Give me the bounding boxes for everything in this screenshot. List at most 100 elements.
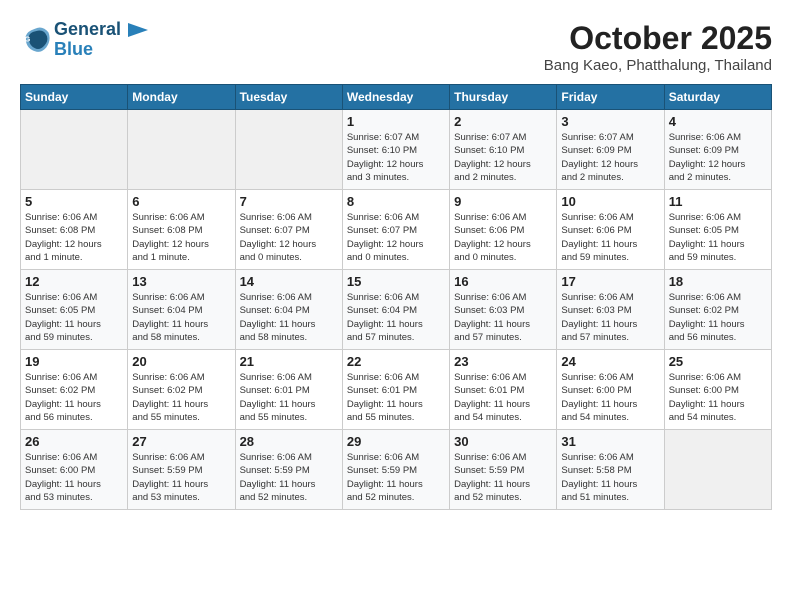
day-number: 18	[669, 274, 767, 289]
day-info: Sunrise: 6:06 AM Sunset: 5:59 PM Dayligh…	[132, 451, 230, 504]
day-info: Sunrise: 6:06 AM Sunset: 6:05 PM Dayligh…	[669, 211, 767, 264]
day-info: Sunrise: 6:06 AM Sunset: 6:01 PM Dayligh…	[240, 371, 338, 424]
logo-text: General Blue	[54, 20, 148, 60]
day-number: 24	[561, 354, 659, 369]
weekday-header-wednesday: Wednesday	[342, 85, 449, 110]
calendar-cell: 22 Sunrise: 6:06 AM Sunset: 6:01 PM Dayli…	[342, 350, 449, 430]
calendar-cell: 15Sunrise: 6:06 AM Sunset: 6:04 PM Dayli…	[342, 270, 449, 350]
day-number: 26	[25, 434, 123, 449]
logo-blue: Blue	[54, 40, 148, 60]
calendar-cell	[664, 430, 771, 510]
calendar-table: SundayMondayTuesdayWednesdayThursdayFrid…	[20, 84, 772, 510]
calendar-cell	[128, 110, 235, 190]
calendar-cell: 29 Sunrise: 6:06 AM Sunset: 5:59 PM Dayli…	[342, 430, 449, 510]
day-info: Sunrise: 6:06 AM Sunset: 6:08 PM Dayligh…	[132, 211, 230, 264]
day-info: Sunrise: 6:06 AM Sunset: 6:03 PM Dayligh…	[561, 291, 659, 344]
calendar-cell	[21, 110, 128, 190]
title-block: October 2025 Bang Kaeo, Phatthalung, Tha…	[544, 20, 772, 74]
day-number: 13	[132, 274, 230, 289]
day-number: 30	[454, 434, 552, 449]
page: G General Blue October 2025 Bang Kaeo, P…	[0, 0, 792, 520]
day-info: Sunrise: 6:06 AM Sunset: 5:59 PM Dayligh…	[347, 451, 445, 504]
day-number: 2	[454, 114, 552, 129]
day-number: 9	[454, 194, 552, 209]
day-info: Sunrise: 6:06 AM Sunset: 6:07 PM Dayligh…	[240, 211, 338, 264]
day-info: Sunrise: 6:06 AM Sunset: 6:04 PM Dayligh…	[347, 291, 445, 344]
calendar-cell: 2Sunrise: 6:07 AM Sunset: 6:10 PM Daylig…	[450, 110, 557, 190]
logo-icon: G	[20, 25, 50, 55]
day-number: 27	[132, 434, 230, 449]
day-info: Sunrise: 6:06 AM Sunset: 6:05 PM Dayligh…	[25, 291, 123, 344]
weekday-header-row: SundayMondayTuesdayWednesdayThursdayFrid…	[21, 85, 772, 110]
calendar-cell: 6 Sunrise: 6:06 AM Sunset: 6:08 PM Daylig…	[128, 190, 235, 270]
day-number: 1	[347, 114, 445, 129]
day-info: Sunrise: 6:06 AM Sunset: 5:59 PM Dayligh…	[240, 451, 338, 504]
day-number: 16	[454, 274, 552, 289]
location-title: Bang Kaeo, Phatthalung, Thailand	[544, 57, 772, 74]
week-row-1: 5 Sunrise: 6:06 AM Sunset: 6:08 PM Daylig…	[21, 190, 772, 270]
calendar-cell: 7Sunrise: 6:06 AM Sunset: 6:07 PM Daylig…	[235, 190, 342, 270]
day-number: 25	[669, 354, 767, 369]
week-row-3: 19Sunrise: 6:06 AM Sunset: 6:02 PM Dayli…	[21, 350, 772, 430]
day-number: 20	[132, 354, 230, 369]
calendar-cell: 24 Sunrise: 6:06 AM Sunset: 6:00 PM Dayli…	[557, 350, 664, 430]
day-info: Sunrise: 6:06 AM Sunset: 6:06 PM Dayligh…	[454, 211, 552, 264]
day-info: Sunrise: 6:06 AM Sunset: 6:07 PM Dayligh…	[347, 211, 445, 264]
weekday-header-friday: Friday	[557, 85, 664, 110]
day-info: Sunrise: 6:06 AM Sunset: 6:02 PM Dayligh…	[669, 291, 767, 344]
day-number: 11	[669, 194, 767, 209]
header: G General Blue October 2025 Bang Kaeo, P…	[20, 20, 772, 74]
day-info: Sunrise: 6:06 AM Sunset: 6:03 PM Dayligh…	[454, 291, 552, 344]
calendar-cell: 27 Sunrise: 6:06 AM Sunset: 5:59 PM Dayli…	[128, 430, 235, 510]
day-info: Sunrise: 6:07 AM Sunset: 6:09 PM Dayligh…	[561, 131, 659, 184]
calendar-cell: 4 Sunrise: 6:06 AM Sunset: 6:09 PM Daylig…	[664, 110, 771, 190]
day-number: 21	[240, 354, 338, 369]
day-info: Sunrise: 6:06 AM Sunset: 6:01 PM Dayligh…	[454, 371, 552, 424]
day-info: Sunrise: 6:06 AM Sunset: 6:09 PM Dayligh…	[669, 131, 767, 184]
month-title: October 2025	[544, 20, 772, 57]
calendar-cell: 10 Sunrise: 6:06 AM Sunset: 6:06 PM Dayli…	[557, 190, 664, 270]
day-info: Sunrise: 6:06 AM Sunset: 6:01 PM Dayligh…	[347, 371, 445, 424]
calendar-cell	[235, 110, 342, 190]
calendar-cell: 9 Sunrise: 6:06 AM Sunset: 6:06 PM Daylig…	[450, 190, 557, 270]
day-info: Sunrise: 6:06 AM Sunset: 6:06 PM Dayligh…	[561, 211, 659, 264]
day-info: Sunrise: 6:06 AM Sunset: 5:59 PM Dayligh…	[454, 451, 552, 504]
day-number: 10	[561, 194, 659, 209]
week-row-0: 1Sunrise: 6:07 AM Sunset: 6:10 PM Daylig…	[21, 110, 772, 190]
calendar-cell: 3 Sunrise: 6:07 AM Sunset: 6:09 PM Daylig…	[557, 110, 664, 190]
logo: G General Blue	[20, 20, 148, 60]
weekday-header-monday: Monday	[128, 85, 235, 110]
calendar-cell: 23Sunrise: 6:06 AM Sunset: 6:01 PM Dayli…	[450, 350, 557, 430]
day-info: Sunrise: 6:06 AM Sunset: 6:00 PM Dayligh…	[561, 371, 659, 424]
day-number: 22	[347, 354, 445, 369]
day-number: 14	[240, 274, 338, 289]
day-number: 17	[561, 274, 659, 289]
day-info: Sunrise: 6:06 AM Sunset: 6:08 PM Dayligh…	[25, 211, 123, 264]
day-number: 28	[240, 434, 338, 449]
weekday-header-tuesday: Tuesday	[235, 85, 342, 110]
day-number: 4	[669, 114, 767, 129]
weekday-header-thursday: Thursday	[450, 85, 557, 110]
day-number: 8	[347, 194, 445, 209]
svg-text:G: G	[25, 34, 31, 43]
calendar-cell: 25 Sunrise: 6:06 AM Sunset: 6:00 PM Dayli…	[664, 350, 771, 430]
day-number: 31	[561, 434, 659, 449]
day-info: Sunrise: 6:06 AM Sunset: 6:00 PM Dayligh…	[669, 371, 767, 424]
calendar-cell: 31 Sunrise: 6:06 AM Sunset: 5:58 PM Dayli…	[557, 430, 664, 510]
day-number: 3	[561, 114, 659, 129]
day-info: Sunrise: 6:06 AM Sunset: 5:58 PM Dayligh…	[561, 451, 659, 504]
calendar-cell: 30 Sunrise: 6:06 AM Sunset: 5:59 PM Dayli…	[450, 430, 557, 510]
day-info: Sunrise: 6:06 AM Sunset: 6:02 PM Dayligh…	[25, 371, 123, 424]
day-info: Sunrise: 6:06 AM Sunset: 6:00 PM Dayligh…	[25, 451, 123, 504]
day-number: 29	[347, 434, 445, 449]
weekday-header-sunday: Sunday	[21, 85, 128, 110]
day-info: Sunrise: 6:06 AM Sunset: 6:04 PM Dayligh…	[240, 291, 338, 344]
calendar-cell: 14 Sunrise: 6:06 AM Sunset: 6:04 PM Dayli…	[235, 270, 342, 350]
calendar-cell: 19Sunrise: 6:06 AM Sunset: 6:02 PM Dayli…	[21, 350, 128, 430]
calendar-cell: 12Sunrise: 6:06 AM Sunset: 6:05 PM Dayli…	[21, 270, 128, 350]
calendar-cell: 1Sunrise: 6:07 AM Sunset: 6:10 PM Daylig…	[342, 110, 449, 190]
calendar-cell: 5 Sunrise: 6:06 AM Sunset: 6:08 PM Daylig…	[21, 190, 128, 270]
day-number: 5	[25, 194, 123, 209]
calendar-cell: 26 Sunrise: 6:06 AM Sunset: 6:00 PM Dayli…	[21, 430, 128, 510]
day-number: 6	[132, 194, 230, 209]
